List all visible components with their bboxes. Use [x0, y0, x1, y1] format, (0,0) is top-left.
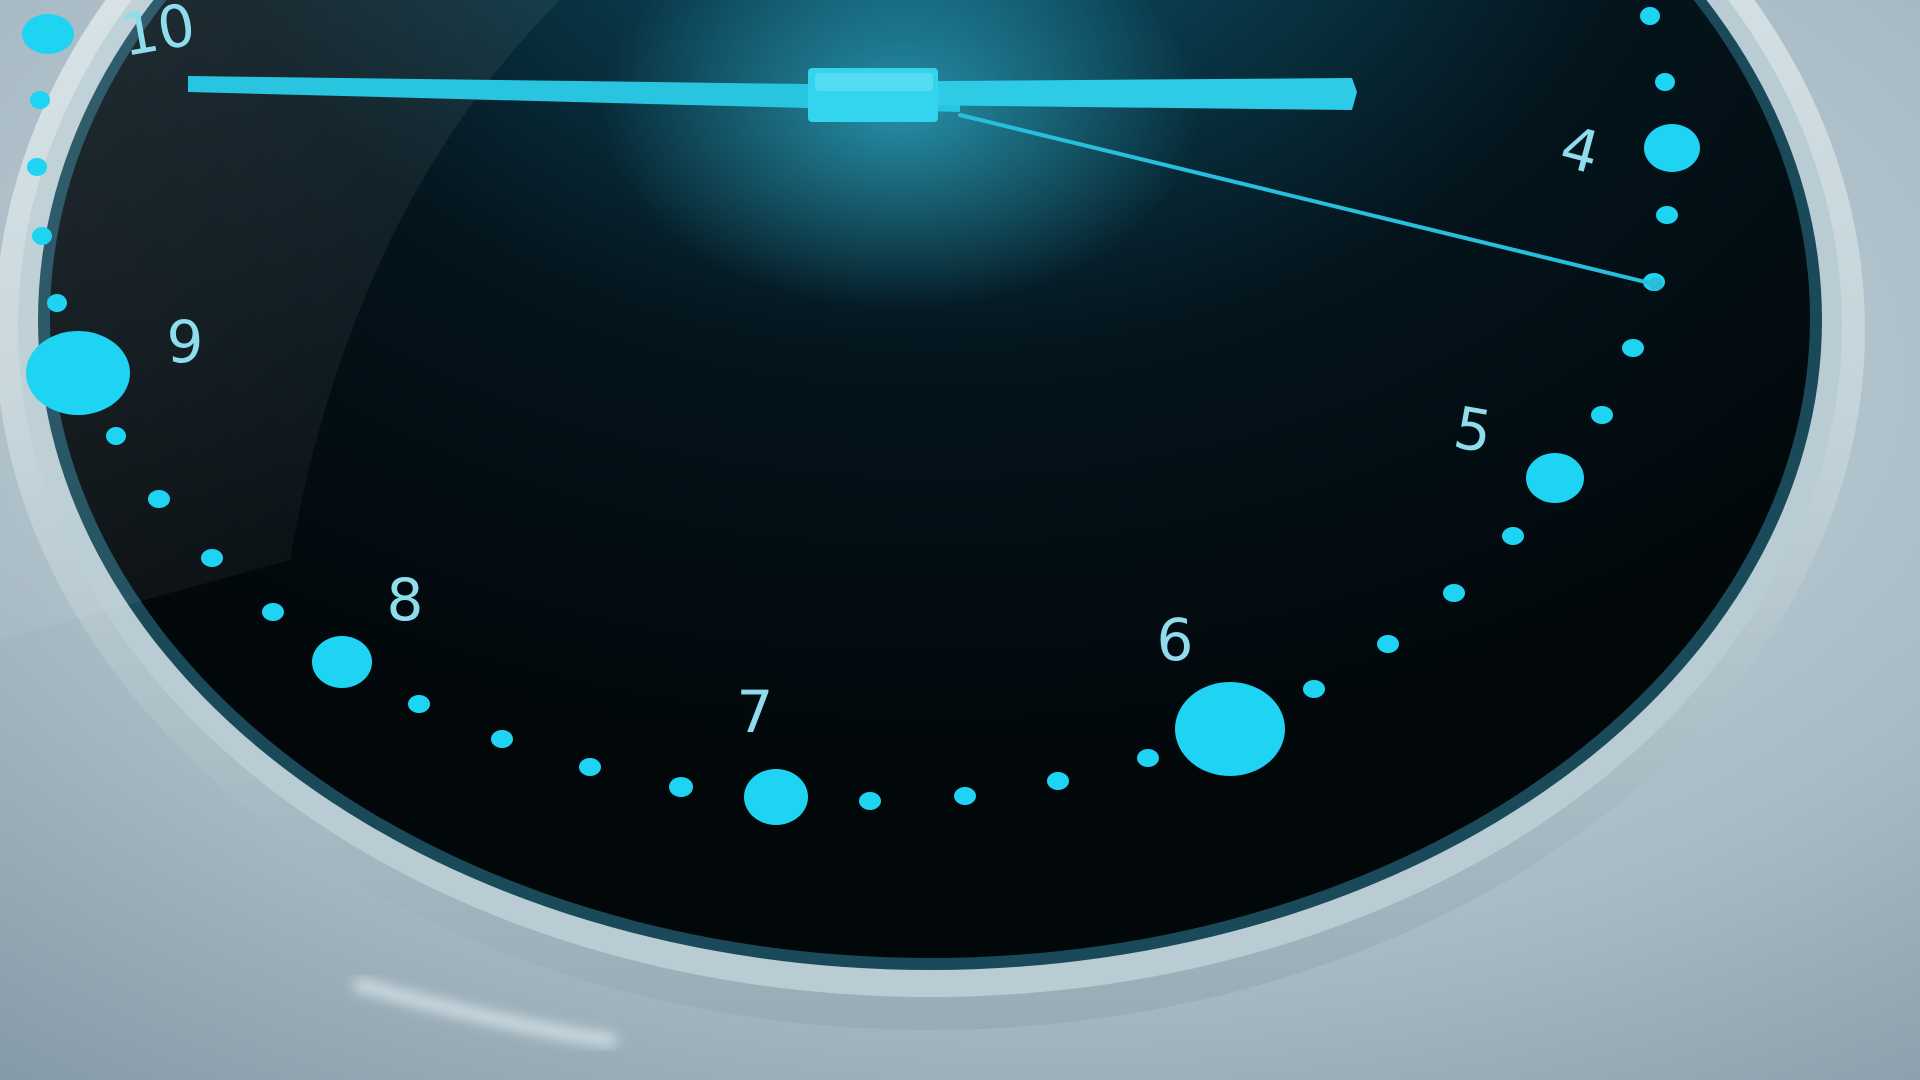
minute-dot — [1655, 73, 1675, 91]
minute-dot — [30, 91, 50, 109]
minute-dot — [408, 695, 430, 713]
minute-dot — [106, 427, 126, 445]
minute-dot — [859, 792, 881, 810]
numeral-9: 9 — [167, 308, 204, 376]
minute-dot — [47, 294, 67, 312]
minute-dot — [1303, 680, 1325, 698]
minute-dot — [27, 158, 47, 176]
minute-dot — [1640, 7, 1660, 25]
second-hand-tip — [1649, 277, 1663, 291]
minute-dot — [579, 758, 601, 776]
numeral-6: 6 — [1157, 606, 1194, 674]
hour-dot-10 — [22, 14, 74, 54]
minute-dot — [1377, 635, 1399, 653]
hour-dot-5 — [1526, 453, 1584, 503]
hour-dot-4 — [1644, 124, 1700, 172]
minute-dot — [1047, 772, 1069, 790]
minute-dot — [1137, 749, 1159, 767]
hand-hub-highlight — [815, 73, 933, 91]
minute-dot — [32, 227, 52, 245]
minute-dot — [148, 490, 170, 508]
minute-dot — [954, 787, 976, 805]
minute-dot — [262, 603, 284, 621]
minute-dot — [1502, 527, 1524, 545]
numeral-7: 7 — [737, 678, 774, 746]
wall-clock-scene: 10 9 8 7 6 5 4 — [0, 0, 1920, 1080]
hour-dot-9 — [26, 331, 130, 415]
minute-dot — [201, 549, 223, 567]
hour-dot-7 — [744, 769, 808, 825]
minute-dot — [1656, 206, 1678, 224]
minute-dot — [1443, 584, 1465, 602]
minute-dot — [669, 777, 693, 797]
minute-dot — [491, 730, 513, 748]
hour-dot-8 — [312, 636, 372, 688]
numeral-8: 8 — [387, 566, 424, 634]
minute-dot — [1622, 339, 1644, 357]
hour-dot-6 — [1175, 682, 1285, 776]
minute-dot — [1591, 406, 1613, 424]
